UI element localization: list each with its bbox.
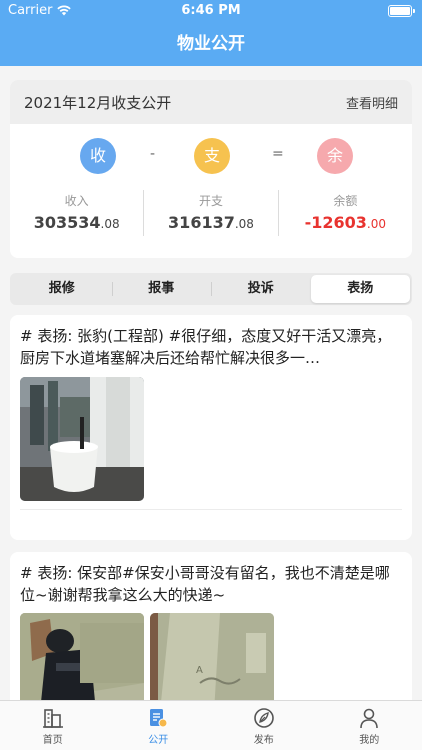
expense-circle-icon: 支 <box>194 138 230 174</box>
post-card[interactable]: # 表扬: 保安部#保安小哥哥没有留名，我也不清楚是哪位~谢谢帮我拿这么大的快递… <box>10 552 412 712</box>
post-card[interactable]: # 表扬: 张豹(工程部) #很仔细，态度又好干活又漂亮，厨房下水道堵塞解决后还… <box>10 315 412 540</box>
tabbar-label: 首页 <box>42 735 63 746</box>
tabbar-label: 发布 <box>253 735 274 746</box>
battery-icon <box>388 5 415 17</box>
minus-sign: - <box>150 146 156 162</box>
equals-sign: = <box>272 146 284 162</box>
tabbar-item-mine[interactable]: 我的 <box>317 701 422 750</box>
tab-complaint[interactable]: 投诉 <box>211 275 311 303</box>
expense-label: 开支 <box>198 194 223 208</box>
document-icon <box>150 709 168 728</box>
expense-stat: 开支 316137.08 <box>144 190 279 236</box>
tab-report[interactable]: 报事 <box>111 275 212 303</box>
summary-header: 2021年12月收支公开 查看明细 <box>10 80 412 124</box>
nav-bar: 物业公开 <box>0 22 422 66</box>
page-title: 物业公开 <box>177 34 245 54</box>
post-photo[interactable] <box>20 377 144 501</box>
tab-repair[interactable]: 报修 <box>12 275 112 303</box>
tab-praise[interactable]: 表扬 <box>310 275 410 303</box>
income-value: 303534.08 <box>33 213 120 232</box>
balance-stat: 余额 -12603.00 <box>279 190 412 236</box>
stats-row: 收入 303534.08 开支 316137.08 余额 -12603.00 <box>10 190 412 236</box>
post-text: # 表扬: 保安部#保安小哥哥没有留名，我也不清楚是哪位~谢谢帮我拿这么大的快递… <box>20 564 390 604</box>
tabbar-label: 我的 <box>359 735 380 746</box>
post-photo[interactable] <box>20 613 144 712</box>
tabbar-label: 公开 <box>148 735 169 746</box>
balance-value: -12603.00 <box>304 213 387 232</box>
formula-row: 收 - 支 = 余 <box>10 138 412 174</box>
tabbar-item-public[interactable]: 公开 <box>106 701 212 750</box>
balance-label: 余额 <box>333 194 358 208</box>
building-icon <box>42 709 63 728</box>
svg-text:A: A <box>196 665 203 676</box>
balance-circle-icon: 余 <box>317 138 353 174</box>
post-text: # 表扬: 张豹(工程部) #很仔细，态度又好干活又漂亮，厨房下水道堵塞解决后还… <box>20 327 392 367</box>
post-photo[interactable]: A <box>150 613 274 712</box>
bottom-tab-bar: 首页 公开 发布 我的 <box>0 700 422 750</box>
income-stat: 收入 303534.08 <box>10 190 145 236</box>
feather-icon <box>253 708 274 728</box>
status-time: 6:46 PM <box>181 3 241 18</box>
status-bar: Carrier 6:46 PM <box>0 0 422 22</box>
tabbar-item-home[interactable]: 首页 <box>0 701 106 750</box>
income-circle-icon: 收 <box>80 138 116 174</box>
summary-title: 2021年12月收支公开 <box>24 93 172 112</box>
view-details-link[interactable]: 查看明细 <box>346 93 398 112</box>
user-icon <box>360 708 379 729</box>
finance-summary-card: 2021年12月收支公开 查看明细 收 - 支 = 余 收入 303534.08… <box>10 80 412 258</box>
card-divider <box>20 509 402 510</box>
tabbar-item-publish[interactable]: 发布 <box>211 701 317 750</box>
category-tabs: 报修 报事 投诉 表扬 <box>10 273 412 305</box>
income-label: 收入 <box>64 194 89 208</box>
expense-value: 316137.08 <box>168 213 254 232</box>
